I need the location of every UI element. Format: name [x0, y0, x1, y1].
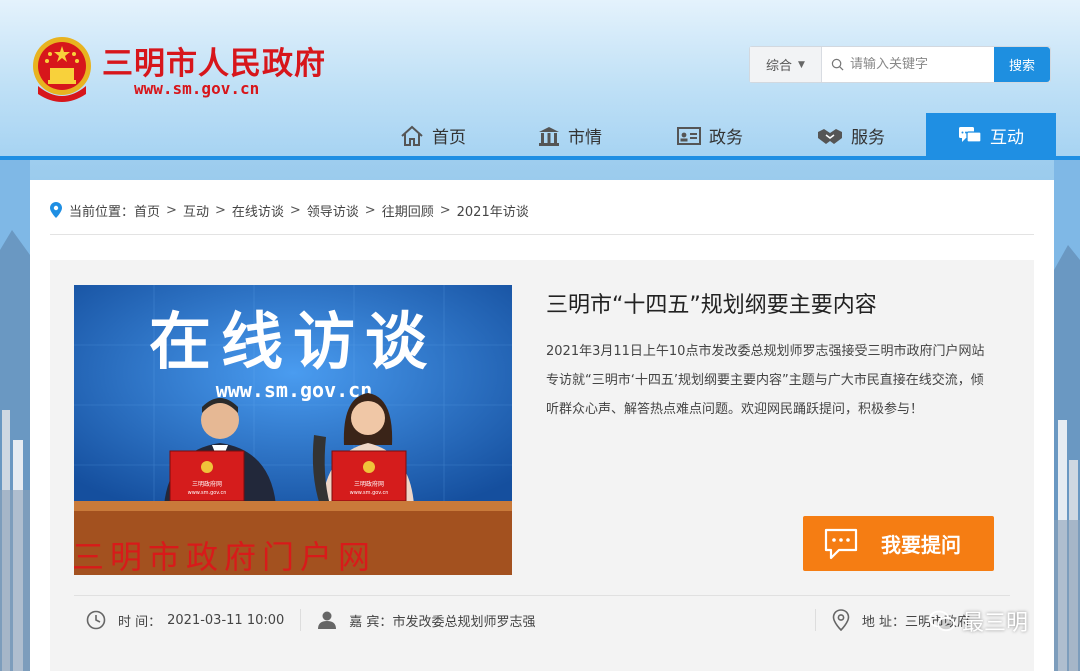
photo-banner-text: 在线访谈 [149, 305, 437, 378]
interview-photo[interactable]: 在线访谈 www.sm.gov.cn 三明政府网 www.sm.gov.cn 三… [74, 285, 512, 575]
comment-bubble-icon [824, 528, 858, 559]
search-box: 综合 ▼ 搜索 [749, 46, 1051, 83]
site-url: www.sm.gov.cn [134, 79, 260, 98]
breadcrumb: 当前位置： 首页 > 互动 > 在线访谈 > 领导访谈 > 往期回顾 > 202… [50, 200, 529, 220]
info-guest-label: 嘉 宾： [349, 614, 393, 630]
nav-underline [0, 156, 1080, 160]
laptop-left-title: 三明政府网 [192, 480, 222, 488]
info-time-label: 时 间： [118, 614, 162, 630]
city-skyline-left [0, 160, 30, 671]
map-pin-icon [832, 609, 850, 631]
info-time: 时 间： 2021-03-11 10:00 [86, 610, 284, 630]
search-input[interactable] [850, 57, 990, 72]
breadcrumb-separator: > [439, 202, 451, 218]
nav-item-government[interactable]: 政务 [677, 113, 743, 158]
photo-url-text: www.sm.gov.cn [216, 378, 373, 402]
national-emblem-icon [33, 37, 91, 102]
nav-item-interaction[interactable]: 互动 [926, 113, 1056, 158]
breadcrumb-online-interview[interactable]: 在线访谈 [232, 201, 284, 220]
breadcrumb-separator: > [166, 202, 177, 218]
chat-icon [959, 126, 982, 143]
info-separator [814, 609, 816, 631]
location-pin-icon [50, 202, 62, 218]
breadcrumb-home[interactable]: 首页 [134, 201, 160, 220]
laptop-left-url: www.sm.gov.cn [188, 490, 227, 496]
watermark: 最三明 [928, 605, 1028, 637]
interview-title[interactable]: 三明市“十四五”规划纲要主要内容 [546, 287, 877, 319]
breadcrumb-separator: > [214, 202, 226, 218]
breadcrumb-leader-interview[interactable]: 领导访谈 [307, 201, 359, 220]
breadcrumb-separator: > [364, 202, 376, 218]
watermark-text: 最三明 [962, 611, 1029, 636]
nav-label-government: 政务 [709, 128, 743, 148]
main-nav: 首页 市情 政务 服务 互动 [0, 113, 1080, 158]
search-category-select[interactable]: 综合 ▼ [750, 47, 822, 82]
info-separator [300, 609, 302, 631]
main-content: 当前位置： 首页 > 互动 > 在线访谈 > 领导访谈 > 往期回顾 > 202… [30, 180, 1054, 671]
info-address-label: 地 址： [861, 614, 905, 630]
interview-card: 在线访谈 www.sm.gov.cn 三明政府网 www.sm.gov.cn 三… [50, 260, 1034, 671]
wechat-icon [928, 610, 955, 632]
id-card-icon [677, 126, 701, 145]
nav-label-services: 服务 [851, 128, 885, 148]
search-input-wrap [822, 47, 994, 82]
breadcrumb-interaction[interactable]: 互动 [183, 201, 209, 220]
interview-info-row: 时 间： 2021-03-11 10:00 嘉 宾： 市发改委总规划师罗志强 地… [74, 602, 1010, 638]
desk-banner-text: 三明市政府门户网 [74, 538, 376, 575]
search-category-label: 综合 [766, 59, 793, 74]
nav-label-interaction: 互动 [990, 128, 1024, 148]
site-name[interactable]: 三明市人民政府 [102, 38, 326, 83]
breadcrumb-prefix: 当前位置： [69, 204, 135, 220]
search-button[interactable]: 搜索 [994, 47, 1050, 82]
building-icon [539, 126, 559, 146]
handshake-icon [818, 128, 842, 144]
clock-icon [86, 610, 106, 630]
nav-item-services[interactable]: 服务 [817, 113, 885, 158]
laptop-right-url: www.sm.gov.cn [350, 490, 389, 496]
interview-photo-scene: 在线访谈 www.sm.gov.cn 三明政府网 www.sm.gov.cn 三… [74, 285, 512, 575]
breadcrumb-separator: > [289, 202, 301, 218]
nav-item-home[interactable]: 首页 [400, 113, 466, 158]
breadcrumb-past-review[interactable]: 往期回顾 [382, 201, 434, 220]
info-divider [74, 595, 1010, 596]
interview-description: 2021年3月11日上午10点市发改委总规划师罗志强接受三明市政府门户网站专访就… [546, 344, 985, 417]
info-guest: 嘉 宾： 市发改委总规划师罗志强 [317, 610, 535, 630]
nav-label-home: 首页 [432, 128, 466, 148]
info-time-value: 2021-03-11 10:00 [167, 612, 285, 628]
search-icon [831, 58, 844, 71]
home-icon [401, 125, 423, 146]
ask-question-button[interactable]: 我要提问 [803, 516, 994, 571]
info-guest-value: 市发改委总规划师罗志强 [392, 614, 536, 630]
breadcrumb-2021[interactable]: 2021年访谈 [457, 201, 529, 220]
nav-item-city-info[interactable]: 市情 [538, 113, 602, 158]
person-icon [318, 611, 337, 629]
city-skyline-right [1054, 160, 1080, 671]
caret-down-icon: ▼ [798, 59, 805, 70]
laptop-right-title: 三明政府网 [354, 480, 384, 488]
site-header: 三明市人民政府 www.sm.gov.cn 综合 ▼ 搜索 首页 [0, 0, 1080, 160]
nav-label-city-info: 市情 [568, 128, 602, 148]
breadcrumb-divider [50, 234, 1034, 235]
ask-question-label: 我要提问 [881, 533, 961, 557]
